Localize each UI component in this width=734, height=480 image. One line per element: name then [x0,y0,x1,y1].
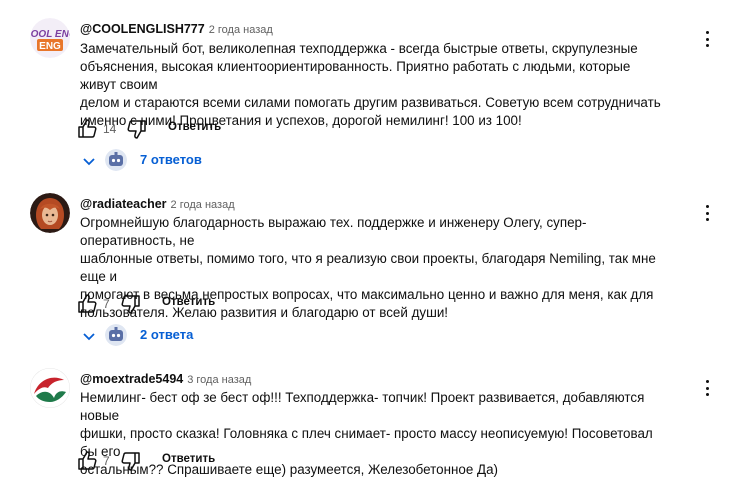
comment-text: Немилинг- бест оф зе бест оф!!! Техподде… [80,389,670,479]
more-actions-icon[interactable] [695,376,719,400]
like-count: 7 [103,454,110,468]
avatar[interactable] [30,193,70,233]
replies-count-label: 2 ответа [140,327,194,342]
comment-header: @radiateacher 2 года назад [80,196,235,213]
dislike-icon[interactable] [118,292,142,316]
reply-button[interactable]: Ответить [168,121,221,133]
avatar[interactable]: COOL ENG ENG [30,18,70,58]
avatar-logo-text: COOL ENG [30,29,70,40]
timestamp[interactable]: 2 года назад [209,24,273,36]
comment-line: шаблонные ответы, помимо того, что я реа… [80,251,656,284]
comment-text: Замечательный бот, великолепная техподде… [80,40,670,130]
reply-button[interactable]: Ответить [162,453,215,465]
creator-avatar [105,149,127,171]
chevron-down-icon [83,158,95,166]
comment-header: @moextrade5494 3 года назад [80,371,251,388]
comment-line: Немилинг- бест оф зе бест оф!!! Техподде… [80,390,645,423]
comment-line: делом и стараются всеми силами помогать … [80,95,661,110]
comment-line: Замечательный бот, великолепная техподде… [80,41,638,56]
timestamp[interactable]: 3 года назад [187,374,251,386]
author-name[interactable]: @moextrade5494 [80,372,183,386]
like-icon[interactable] [76,449,100,473]
like-count: 7 [103,297,110,311]
author-name[interactable]: @radiateacher [80,197,167,211]
dislike-icon[interactable] [124,117,148,141]
like-icon[interactable] [76,292,100,316]
dislike-icon[interactable] [118,449,142,473]
more-actions-icon[interactable] [695,201,719,225]
replies-count-label: 7 ответов [140,152,202,167]
avatar[interactable] [30,368,70,408]
chevron-down-icon [83,333,95,341]
svg-text:ENG: ENG [39,41,61,52]
comment-line: объяснения, высокая клиентоориентированн… [80,59,631,92]
creator-avatar [105,324,127,346]
like-icon[interactable] [76,117,100,141]
like-count: 14 [103,122,117,136]
author-name[interactable]: @COOLENGLISH777 [80,22,205,36]
timestamp[interactable]: 2 года назад [171,199,235,211]
reply-button[interactable]: Ответить [162,296,215,308]
more-actions-icon[interactable] [695,27,719,51]
comment-line: Огромнейшую благодарность выражаю тех. п… [80,215,587,248]
comment-header: @COOLENGLISH777 2 года назад [80,21,273,38]
